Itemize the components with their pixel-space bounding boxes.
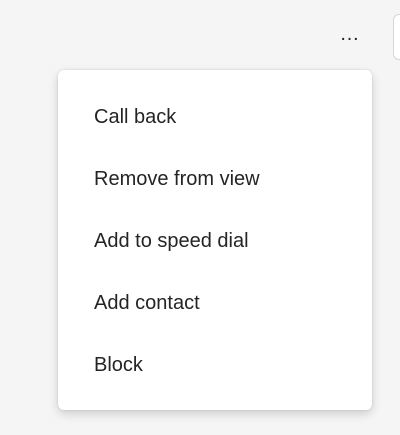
adjacent-control-edge[interactable] <box>393 14 400 60</box>
more-options-button[interactable]: … <box>328 14 372 54</box>
context-menu: Call back Remove from view Add to speed … <box>58 70 372 410</box>
menu-item-remove-from-view[interactable]: Remove from view <box>58 148 372 210</box>
more-horizontal-icon: … <box>339 22 361 45</box>
menu-item-call-back[interactable]: Call back <box>58 86 372 148</box>
menu-item-add-contact[interactable]: Add contact <box>58 272 372 334</box>
menu-item-add-to-speed-dial[interactable]: Add to speed dial <box>58 210 372 272</box>
menu-item-block[interactable]: Block <box>58 334 372 396</box>
